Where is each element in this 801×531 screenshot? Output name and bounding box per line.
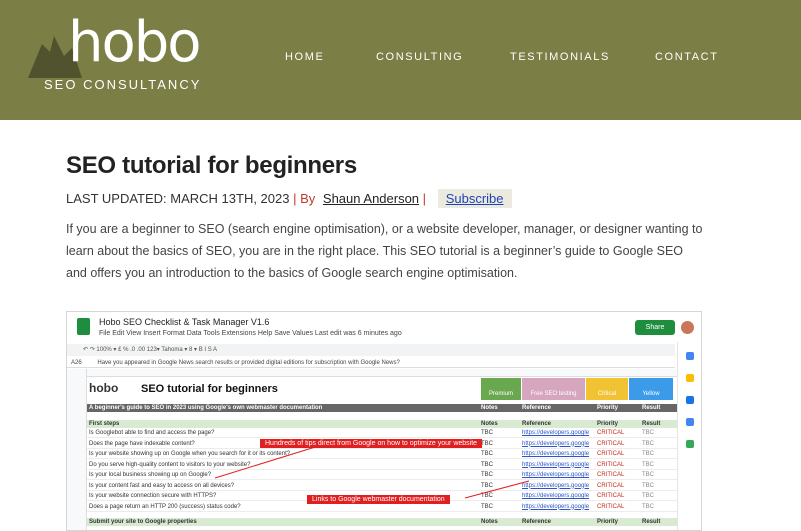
page-title: SEO tutorial for beginners [66, 152, 357, 179]
tasks-icon [686, 396, 694, 404]
sheets-icon [77, 318, 90, 335]
site-logo[interactable]: hobo [24, 8, 214, 78]
nav-testimonials[interactable]: TESTIMONIALS [510, 51, 610, 63]
formula-bar: A26 Have you appeared in Google News sea… [67, 358, 675, 368]
sheet-toolbar: ↶ ↷ 100% ▾ £ % .0 .00 123▾ Tahoma ▾ 8 ▾ … [67, 344, 675, 356]
avatar [681, 321, 694, 334]
nav-contact[interactable]: CONTACT [655, 51, 719, 63]
article-meta: LAST UPDATED: MARCH 13TH, 2023 | By Shau… [66, 189, 512, 208]
logo-wordmark: hobo [68, 10, 202, 75]
nav-consulting[interactable]: CONSULTING [376, 51, 463, 63]
share-button: Share [635, 320, 675, 335]
intro-paragraph: If you are a beginner to SEO (search eng… [66, 222, 703, 280]
site-header: hobo SEO CONSULTANCY HOME CONSULTING TES… [0, 0, 801, 120]
callout-arrows [214, 443, 530, 499]
author-link[interactable]: Shaun Anderson [323, 191, 419, 206]
by-label: | By [293, 191, 316, 206]
contacts-icon [686, 418, 694, 426]
callout-links: Links to Google webmaster documentation [307, 495, 450, 504]
calendar-icon [686, 352, 694, 360]
sheet-doc-name: Hobo SEO Checklist & Task Manager V1.6 [99, 317, 270, 327]
nav-home[interactable]: HOME [285, 51, 324, 63]
sheet-menu: File Edit View Insert Format Data Tools … [99, 330, 402, 337]
sheet-grid: hobo SEO tutorial for beginners Premium … [67, 369, 677, 530]
spreadsheet-screenshot: Hobo SEO Checklist & Task Manager V1.6 F… [66, 311, 702, 531]
formula-text: Have you appeared in Google News search … [97, 360, 400, 366]
cell-reference: A26 [71, 360, 82, 366]
subscribe-link[interactable]: Subscribe [437, 189, 512, 208]
logo-tagline: SEO CONSULTANCY [44, 77, 202, 92]
maps-icon [686, 440, 694, 448]
meta-divider: | [422, 191, 427, 206]
keep-icon [686, 374, 694, 382]
callout-tips: Hundreds of tips direct from Google on h… [260, 439, 483, 448]
sheet-side-rail [677, 342, 701, 530]
last-updated: LAST UPDATED: MARCH 13TH, 2023 [66, 191, 290, 206]
sheet-titlebar: Hobo SEO Checklist & Task Manager V1.6 F… [67, 312, 701, 342]
